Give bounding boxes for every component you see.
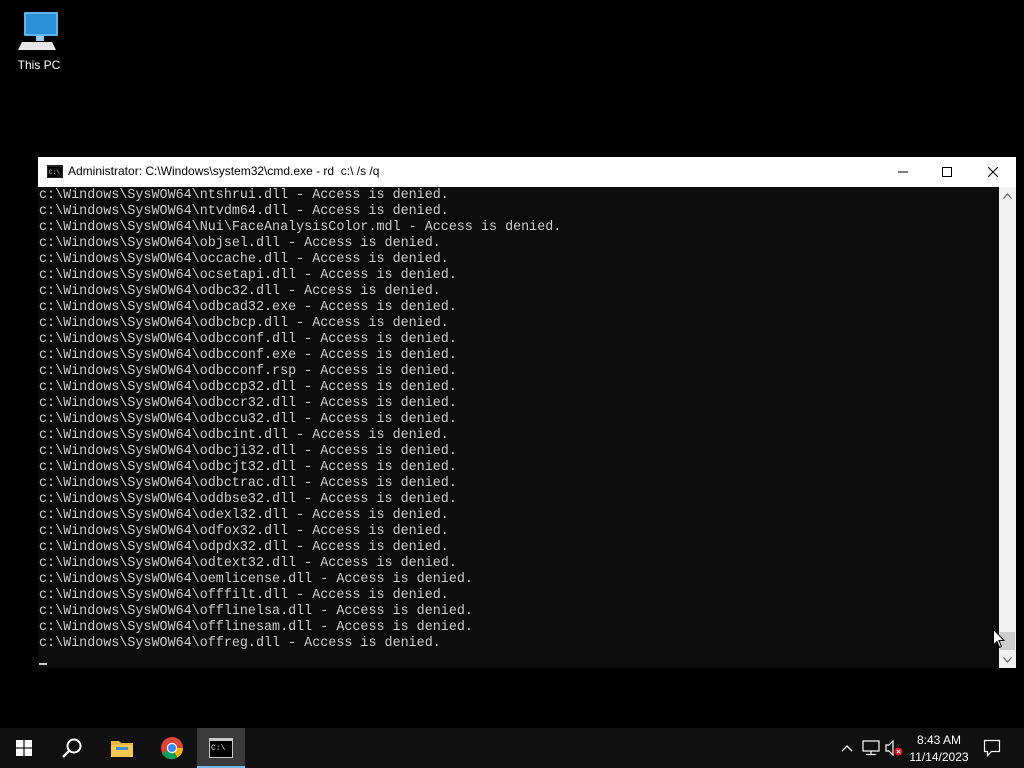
console-line: c:\Windows\SysWOW64\ocsetapi.dll - Acces… xyxy=(39,268,457,283)
console-line: c:\Windows\SysWOW64\odbcconf.rsp - Acces… xyxy=(39,364,457,379)
console-line: c:\Windows\SysWOW64\offlinelsa.dll - Acc… xyxy=(39,604,473,619)
console-line: c:\Windows\SysWOW64\odbcji32.dll - Acces… xyxy=(39,444,457,459)
chrome-button[interactable] xyxy=(148,728,196,768)
title-bar[interactable]: C:\ Administrator: C:\Windows\system32\c… xyxy=(38,157,1016,187)
svg-text:C:\: C:\ xyxy=(211,744,226,753)
chevron-up-icon xyxy=(1003,192,1012,199)
taskbar: C:\ 8:43 AM 11/14/2023 xyxy=(0,728,1024,768)
console-line: c:\Windows\SysWOW64\odfox32.dll - Access… xyxy=(39,524,449,539)
desktop-icon-this-pc[interactable]: This PC xyxy=(10,8,68,72)
console-line: c:\Windows\SysWOW64\odexl32.dll - Access… xyxy=(39,508,449,523)
network-icon xyxy=(862,740,880,756)
start-button[interactable] xyxy=(0,728,48,768)
chevron-up-icon xyxy=(841,745,853,752)
scroll-down-button[interactable] xyxy=(999,651,1016,668)
console-line: c:\Windows\SysWOW64\odbccr32.dll - Acces… xyxy=(39,396,457,411)
console-line: c:\Windows\SysWOW64\odbccp32.dll - Acces… xyxy=(39,380,457,395)
network-button[interactable] xyxy=(860,728,882,768)
chevron-down-icon xyxy=(1003,656,1012,663)
folder-icon xyxy=(111,741,133,757)
notification-icon xyxy=(983,739,1001,757)
window-title: Administrator: C:\Windows\system32\cmd.e… xyxy=(68,164,380,178)
console-line: c:\Windows\SysWOW64\odbcbcp.dll - Access… xyxy=(39,316,449,331)
console-line: c:\Windows\SysWOW64\odbctrac.dll - Acces… xyxy=(39,476,457,491)
close-icon xyxy=(988,167,998,177)
console-line: c:\Windows\SysWOW64\odtext32.dll - Acces… xyxy=(39,556,457,571)
action-center-button[interactable] xyxy=(978,728,1006,768)
chrome-icon xyxy=(161,737,183,760)
svg-text:C:\: C:\ xyxy=(49,169,60,176)
cmd-taskbar-button[interactable]: C:\ xyxy=(197,728,245,768)
file-explorer-button[interactable] xyxy=(98,728,146,768)
console-line: c:\Windows\SysWOW64\ntshrui.dll - Access… xyxy=(39,188,449,203)
cmd-window[interactable]: C:\ Administrator: C:\Windows\system32\c… xyxy=(38,157,1016,668)
console-line: c:\Windows\SysWOW64\odbcconf.dll - Acces… xyxy=(39,332,457,347)
console-line: c:\Windows\SysWOW64\occache.dll - Access… xyxy=(39,252,449,267)
console-line: c:\Windows\SysWOW64\odbcjt32.dll - Acces… xyxy=(39,460,457,475)
windows-logo-icon xyxy=(16,740,32,756)
volume-muted-icon xyxy=(885,740,903,756)
terminal-icon: C:\ xyxy=(209,738,233,758)
console-line: c:\Windows\SysWOW64\offlinesam.dll - Acc… xyxy=(39,620,473,635)
console-line: c:\Windows\SysWOW64\odbccu32.dll - Acces… xyxy=(39,412,457,427)
console-line: c:\Windows\SysWOW64\odbcint.dll - Access… xyxy=(39,428,449,443)
clock-time: 8:43 AM xyxy=(916,733,962,747)
minimize-icon xyxy=(898,171,908,173)
console-line: c:\Windows\SysWOW64\odpdx32.dll - Access… xyxy=(39,540,449,555)
console-output[interactable]: c:\Windows\SysWOW64\ntshrui.dll - Access… xyxy=(38,187,999,668)
scroll-up-button[interactable] xyxy=(999,187,1016,204)
search-icon xyxy=(62,738,82,758)
console-line: c:\Windows\SysWOW64\objsel.dll - Access … xyxy=(39,236,441,251)
close-button[interactable] xyxy=(970,157,1016,187)
mouse-pointer-icon xyxy=(993,629,1005,649)
maximize-button[interactable] xyxy=(924,157,970,187)
text-cursor xyxy=(39,663,47,665)
search-button[interactable] xyxy=(48,728,96,768)
terminal-icon: C:\ xyxy=(47,165,63,178)
console-line: c:\Windows\SysWOW64\odbcad32.exe - Acces… xyxy=(39,300,457,315)
volume-button[interactable] xyxy=(883,728,905,768)
computer-icon xyxy=(18,12,58,50)
desktop-icon-label: This PC xyxy=(17,58,61,72)
show-hidden-icons-button[interactable] xyxy=(837,728,857,768)
console-line: c:\Windows\SysWOW64\odbc32.dll - Access … xyxy=(39,284,441,299)
clock-date: 11/14/2023 xyxy=(909,750,969,764)
vertical-scrollbar[interactable] xyxy=(999,187,1016,668)
clock[interactable]: 8:43 AM 11/14/2023 xyxy=(905,728,973,768)
console-line: c:\Windows\SysWOW64\offfilt.dll - Access… xyxy=(39,588,449,603)
console-line: c:\Windows\SysWOW64\odbcconf.exe - Acces… xyxy=(39,348,457,363)
console-line: c:\Windows\SysWOW64\Nui\FaceAnalysisColo… xyxy=(39,220,562,235)
maximize-icon xyxy=(942,167,952,177)
console-lines: c:\Windows\SysWOW64\ntshrui.dll - Access… xyxy=(39,188,561,652)
console-line: c:\Windows\SysWOW64\offreg.dll - Access … xyxy=(39,636,441,651)
minimize-button[interactable] xyxy=(880,157,926,187)
console-line: c:\Windows\SysWOW64\ntvdm64.dll - Access… xyxy=(39,204,449,219)
console-line: c:\Windows\SysWOW64\oemlicense.dll - Acc… xyxy=(39,572,473,587)
console-line: c:\Windows\SysWOW64\oddbse32.dll - Acces… xyxy=(39,492,457,507)
